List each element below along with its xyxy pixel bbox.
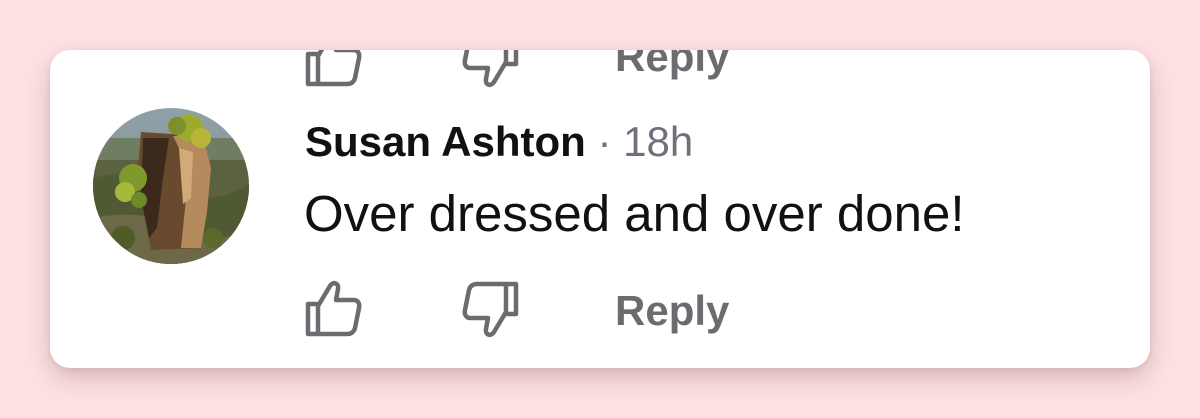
reply-button[interactable]: Reply xyxy=(615,286,729,336)
profile-photo-tree-stump xyxy=(93,108,249,264)
previous-reply-button[interactable]: Reply xyxy=(615,50,729,82)
thumbs-up-icon[interactable] xyxy=(302,50,364,90)
comment-actions: Reply xyxy=(50,274,1150,344)
thumbs-up-icon[interactable] xyxy=(302,278,364,340)
thumbs-down-icon[interactable] xyxy=(460,278,522,340)
meta-separator: · xyxy=(585,118,624,165)
comment-card: Reply Susan Ashton · 18h Over dressed an… xyxy=(50,50,1150,368)
timestamp: 18h xyxy=(623,118,694,165)
comment-text: Over dressed and over done! xyxy=(304,185,965,242)
previous-comment-actions: Reply xyxy=(50,50,1150,88)
comment-header: Susan Ashton · 18h xyxy=(305,116,693,168)
thumbs-down-icon[interactable] xyxy=(460,50,522,90)
author-name[interactable]: Susan Ashton xyxy=(305,118,586,165)
avatar[interactable] xyxy=(93,108,249,264)
